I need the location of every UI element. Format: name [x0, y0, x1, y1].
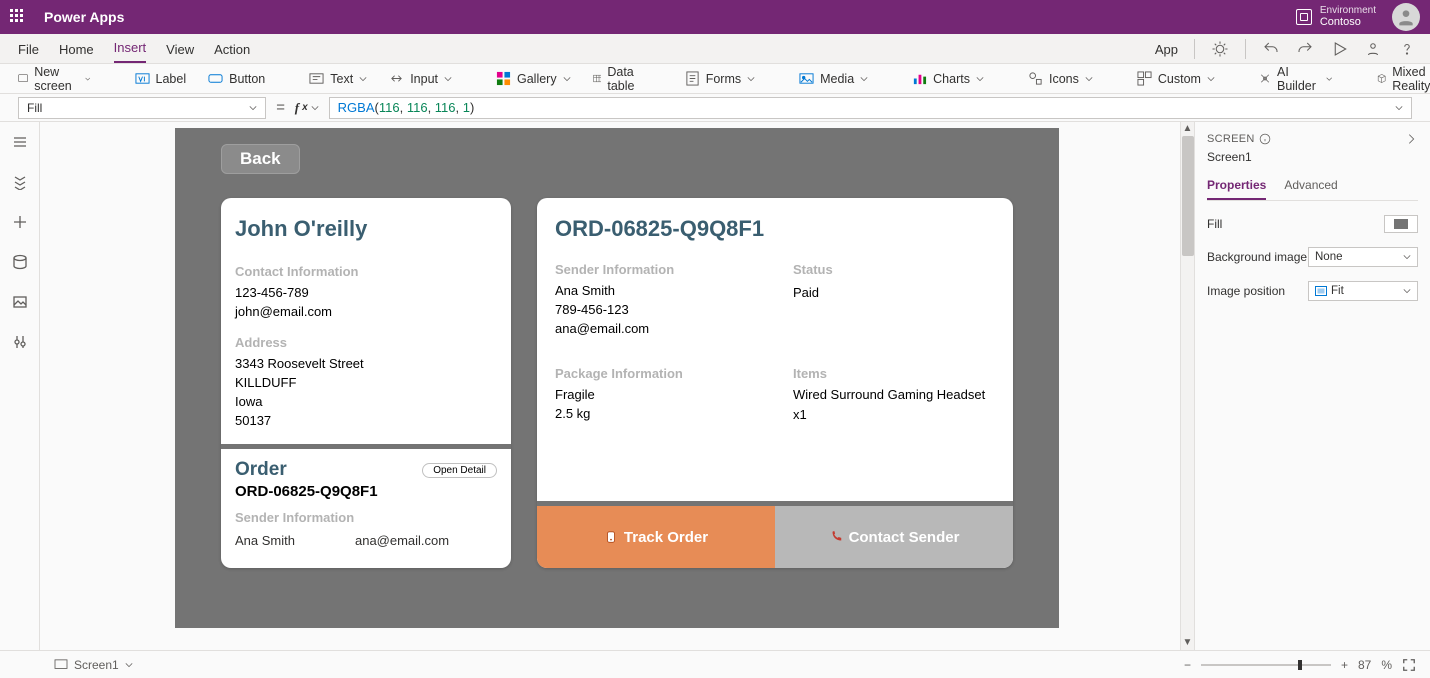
- rail-media-icon[interactable]: [12, 294, 28, 310]
- addr-line1: 3343 Roosevelt Street: [221, 354, 511, 373]
- items-header: Items: [775, 352, 1013, 385]
- rail-tools-icon[interactable]: [12, 334, 28, 350]
- rail-data-icon[interactable]: [12, 254, 28, 270]
- ribbon-input[interactable]: Input: [389, 71, 452, 86]
- customer-card[interactable]: John O'reilly Contact Information 123-45…: [221, 198, 511, 568]
- sender-email: ana@email.com: [537, 319, 775, 338]
- order-title: ORD-06825-Q9Q8F1: [537, 198, 1013, 248]
- ribbon-gallery[interactable]: Gallery: [496, 71, 571, 86]
- app-name: Power Apps: [44, 9, 124, 25]
- app-canvas[interactable]: Back John O'reilly Contact Information 1…: [175, 128, 1059, 628]
- prop-imgpos-dropdown[interactable]: Fit: [1308, 281, 1418, 301]
- menu-insert[interactable]: Insert: [114, 40, 147, 63]
- contact-info-header: Contact Information: [221, 250, 511, 283]
- addr-line2: KILLDUFF: [221, 373, 511, 392]
- sender-name: Ana Smith: [537, 281, 775, 300]
- order-number-small: ORD-06825-Q9Q8F1: [221, 481, 511, 502]
- ribbon-new-screen[interactable]: New screen: [18, 65, 91, 93]
- ribbon-custom[interactable]: Custom: [1137, 71, 1215, 86]
- ribbon-mixed-reality[interactable]: Mixed Reality: [1377, 65, 1430, 93]
- formula-input[interactable]: RGBA(116, 116, 116, 1): [329, 97, 1412, 119]
- help-icon[interactable]: [1398, 40, 1416, 58]
- environment-label: Environment: [1320, 5, 1376, 16]
- waffle-icon[interactable]: [10, 9, 26, 25]
- redo-icon[interactable]: [1296, 40, 1314, 58]
- menu-view[interactable]: View: [166, 42, 194, 63]
- addr-line3: Iowa: [221, 392, 511, 411]
- order-header: Order: [235, 459, 287, 481]
- ribbon-button[interactable]: Button: [208, 71, 265, 86]
- zoom-in[interactable]: +: [1341, 658, 1348, 672]
- open-detail-button[interactable]: Open Detail: [422, 463, 497, 478]
- ribbon-media[interactable]: Media: [799, 71, 868, 86]
- fx-button[interactable]: fx: [295, 100, 319, 116]
- prop-imgpos-label: Image position: [1207, 284, 1285, 298]
- checker-icon[interactable]: [1211, 40, 1229, 58]
- zoom-slider[interactable]: [1201, 664, 1331, 666]
- zoom-pct: %: [1381, 658, 1392, 672]
- panel-header: SCREEN: [1207, 133, 1271, 145]
- app-settings-label[interactable]: App: [1155, 42, 1178, 57]
- vertical-scrollbar[interactable]: ▲ ▼: [1180, 122, 1194, 650]
- prop-fill-swatch[interactable]: [1384, 215, 1418, 233]
- equals-sign: =: [276, 99, 285, 116]
- status-header: Status: [775, 248, 1013, 281]
- scroll-down-icon[interactable]: ▼: [1183, 638, 1193, 648]
- rail-hamburger-icon[interactable]: [12, 134, 28, 150]
- prop-fill-label: Fill: [1207, 217, 1222, 231]
- ribbon-data-table[interactable]: Data table: [593, 65, 641, 93]
- order-card[interactable]: ORD-06825-Q9Q8F1 Sender Information Ana …: [537, 198, 1013, 568]
- prop-bg-dropdown[interactable]: None: [1308, 247, 1418, 267]
- addr-line4: 50137: [221, 411, 511, 430]
- prop-bg-label: Background image: [1207, 250, 1307, 264]
- address-header: Address: [221, 321, 511, 354]
- undo-icon[interactable]: [1262, 40, 1280, 58]
- zoom-out[interactable]: −: [1184, 658, 1191, 672]
- ribbon-icons[interactable]: Icons: [1028, 71, 1093, 86]
- scroll-up-icon[interactable]: ▲: [1183, 124, 1193, 134]
- share-icon[interactable]: [1364, 40, 1382, 58]
- ribbon-ai-builder[interactable]: AI Builder: [1259, 65, 1333, 93]
- sender-info-header: Sender Information: [537, 248, 775, 281]
- play-icon[interactable]: [1330, 40, 1348, 58]
- sender-name-small: Ana Smith: [235, 533, 295, 548]
- customer-name: John O'reilly: [221, 198, 511, 250]
- user-avatar[interactable]: [1392, 3, 1420, 31]
- menu-action[interactable]: Action: [214, 42, 250, 63]
- contact-sender-button[interactable]: Contact Sender: [775, 506, 1013, 568]
- menu-home[interactable]: Home: [59, 42, 94, 63]
- ribbon-forms[interactable]: Forms: [685, 71, 755, 86]
- customer-email: john@email.com: [221, 302, 511, 321]
- package-line1: Fragile: [537, 385, 775, 404]
- sender-phone: 789-456-123: [537, 300, 775, 319]
- ribbon-text[interactable]: Text: [309, 71, 367, 86]
- sender-info-header-small: Sender Information: [221, 502, 511, 529]
- environment-icon: [1296, 9, 1312, 25]
- tab-properties[interactable]: Properties: [1207, 178, 1266, 200]
- package-info-header: Package Information: [537, 352, 775, 385]
- item-qty: x1: [775, 405, 1013, 424]
- status-value: Paid: [775, 281, 1013, 302]
- property-selector[interactable]: Fill: [18, 97, 266, 119]
- environment-picker[interactable]: Environment Contoso: [1296, 5, 1376, 28]
- screen-navigator[interactable]: Screen1: [54, 658, 133, 672]
- fit-to-window-icon[interactable]: [1402, 658, 1416, 672]
- rail-tree-icon[interactable]: [12, 174, 28, 190]
- collapse-panel-icon[interactable]: [1404, 132, 1418, 146]
- back-button[interactable]: Back: [221, 144, 300, 174]
- item-name: Wired Surround Gaming Headset: [775, 385, 1013, 405]
- menu-file[interactable]: File: [18, 42, 39, 63]
- tab-advanced[interactable]: Advanced: [1284, 178, 1337, 200]
- rail-add-icon[interactable]: [12, 214, 28, 230]
- ribbon-charts[interactable]: Charts: [912, 71, 984, 86]
- selected-screen-name: Screen1: [1207, 150, 1418, 164]
- sender-email-small: ana@email.com: [355, 533, 449, 548]
- ribbon-label[interactable]: Label: [135, 71, 187, 86]
- package-line2: 2.5 kg: [537, 404, 775, 423]
- customer-phone: 123-456-789: [221, 283, 511, 302]
- track-order-button[interactable]: Track Order: [537, 506, 775, 568]
- environment-name: Contoso: [1320, 16, 1376, 28]
- zoom-value: 87: [1358, 658, 1371, 672]
